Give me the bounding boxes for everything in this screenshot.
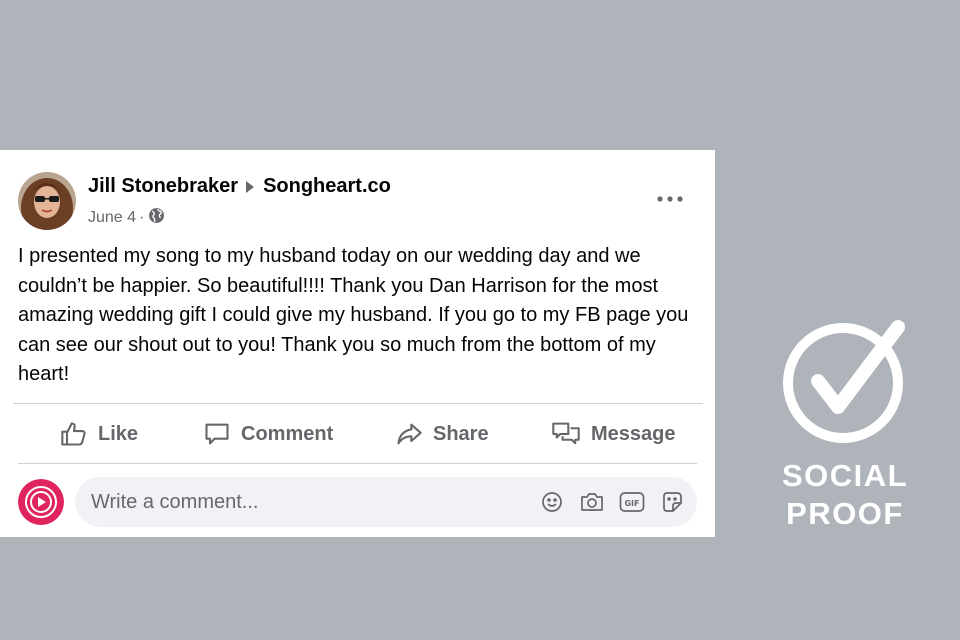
like-label: Like	[98, 422, 139, 445]
sticker-icon[interactable]	[659, 489, 685, 515]
message-label: Message	[591, 422, 676, 445]
more-options-icon[interactable]	[652, 184, 688, 214]
badge-text: SOCIAL PROOF	[775, 457, 915, 533]
globe-icon	[148, 207, 165, 229]
comment-input[interactable]: Write a comment... GIF	[75, 477, 697, 527]
songheart-avatar[interactable]	[18, 479, 64, 525]
page-name[interactable]: Songheart.co	[263, 175, 391, 198]
message-icon	[552, 422, 580, 445]
gif-icon[interactable]: GIF	[619, 489, 645, 515]
post-date[interactable]: June 4	[88, 209, 136, 227]
message-button[interactable]: Message	[551, 409, 676, 459]
divider	[18, 463, 697, 464]
comment-placeholder: Write a comment...	[91, 490, 259, 513]
like-button[interactable]: Like	[60, 409, 138, 459]
badge-line-2: PROOF	[786, 496, 904, 531]
comment-label: Comment	[241, 422, 334, 445]
share-button[interactable]: Share	[395, 409, 489, 459]
meta-separator: ·	[139, 209, 145, 226]
svg-text:GIF: GIF	[624, 499, 639, 508]
share-label: Share	[433, 422, 489, 445]
post-actions: Like Comment Share Message	[18, 409, 697, 459]
author-avatar[interactable]	[18, 172, 76, 230]
post-header-names: Jill Stonebraker Songheart.co	[88, 175, 391, 198]
comment-tools: GIF	[539, 477, 685, 527]
badge-line-1: SOCIAL	[781, 458, 909, 493]
thumbs-up-icon	[61, 422, 86, 446]
comment-button[interactable]: Comment	[203, 409, 333, 459]
shared-to-arrow-icon	[246, 180, 255, 193]
post-meta: June 4 ·	[88, 207, 165, 229]
checkmark-circle-icon	[783, 320, 905, 443]
camera-icon[interactable]	[579, 489, 605, 515]
social-proof-badge: SOCIAL PROOF	[775, 315, 915, 533]
post-text: I presented my song to my husband today …	[18, 245, 689, 385]
emoji-icon[interactable]	[539, 489, 565, 515]
comment-icon	[205, 423, 229, 445]
share-icon	[397, 423, 422, 445]
divider	[13, 403, 703, 404]
post-card: Jill Stonebraker Songheart.co June 4 · I…	[0, 150, 715, 537]
author-name[interactable]: Jill Stonebraker	[88, 175, 238, 198]
